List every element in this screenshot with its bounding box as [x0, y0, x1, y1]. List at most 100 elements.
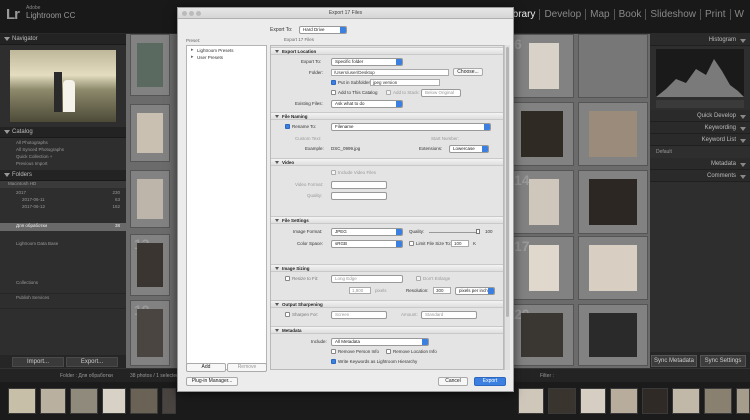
preset-folder[interactable]: User Presets	[187, 53, 266, 60]
section-image-sizing[interactable]: Image Sizing	[271, 264, 503, 272]
metadata-include-select[interactable]: All Metadata	[331, 338, 429, 346]
video-quality-select[interactable]	[331, 192, 387, 200]
size-field[interactable]: 1,800	[349, 287, 371, 294]
film-thumb[interactable]	[704, 388, 732, 414]
limit-size-checkbox[interactable]	[409, 241, 414, 246]
sharpen-checkbox[interactable]	[285, 312, 290, 317]
film-thumb[interactable]	[518, 388, 544, 414]
minimize-dot[interactable]	[189, 11, 194, 16]
catalog-header[interactable]: Catalog	[0, 127, 126, 138]
section-metadata[interactable]: Metadata	[271, 326, 503, 334]
plugin-manager-button[interactable]: Plug-in Manager...	[186, 377, 238, 386]
section-file-naming[interactable]: File Naming	[271, 112, 503, 120]
zoom-dot[interactable]	[196, 11, 201, 16]
film-thumb[interactable]	[736, 388, 750, 414]
stack-position-select[interactable]: Below Original	[421, 89, 461, 97]
film-thumb[interactable]	[610, 388, 638, 414]
publish-row[interactable]: Publish Services	[0, 295, 126, 309]
module-web[interactable]: W	[729, 9, 748, 20]
export-to-select[interactable]: Hard Drive	[299, 26, 347, 34]
quality-slider[interactable]	[429, 232, 479, 233]
extensions-select[interactable]: Lowercase	[449, 145, 489, 153]
grid-cell[interactable]	[578, 236, 648, 300]
keywording-header[interactable]: Keywording	[650, 122, 750, 134]
catalog-item[interactable]: All Synced Photographs	[0, 147, 126, 154]
preset-folder[interactable]: Lightroom Presets	[187, 46, 266, 53]
section-file-settings[interactable]: File Settings	[271, 216, 503, 224]
remove-person-checkbox[interactable]	[331, 349, 336, 354]
module-slideshow[interactable]: Slideshow	[645, 9, 700, 20]
add-catalog-checkbox[interactable]	[331, 90, 336, 95]
grid-cell[interactable]	[578, 102, 648, 166]
section-video[interactable]: Video	[271, 158, 503, 166]
grid-cell[interactable]: 17	[510, 236, 574, 300]
existing-files-select[interactable]: Ask what to do	[331, 100, 403, 108]
grid-cell[interactable]: 20	[510, 304, 574, 366]
module-print[interactable]: Print	[699, 9, 730, 20]
catalog-item[interactable]: Previous Import	[0, 161, 126, 168]
resize-mode-select[interactable]: Long Edge	[331, 275, 403, 283]
folder-row[interactable]: Lightroom Data Base	[0, 241, 126, 248]
grid-cell[interactable]: 13	[130, 234, 170, 296]
metadata-preset[interactable]: Default	[650, 146, 750, 158]
section-output-sharpening[interactable]: Output Sharpening	[271, 300, 503, 308]
filmstrip-path[interactable]: Folder : Для обработки	[60, 373, 113, 379]
resolution-unit-select[interactable]: pixels per inch	[455, 287, 495, 295]
grid-cell[interactable]: 6	[510, 34, 574, 98]
histogram-header[interactable]: Histogram	[650, 34, 750, 46]
keyword-list-header[interactable]: Keyword List	[650, 134, 750, 146]
write-keywords-checkbox[interactable]	[331, 359, 336, 364]
close-dot[interactable]	[182, 11, 187, 16]
amount-select[interactable]: Standard	[421, 311, 477, 319]
metadata-header[interactable]: Metadata	[650, 158, 750, 170]
export-location-select[interactable]: Specific folder	[331, 58, 403, 66]
quick-develop-header[interactable]: Quick Develop	[650, 110, 750, 122]
module-book[interactable]: Book	[613, 9, 646, 20]
grid-cell[interactable]: 14	[510, 170, 574, 234]
rename-checkbox[interactable]	[285, 124, 290, 129]
sync-metadata-button[interactable]: Sync Metadata	[651, 355, 697, 367]
grid-cell[interactable]	[130, 170, 170, 228]
film-thumb[interactable]	[102, 388, 126, 414]
grid-cell[interactable]	[130, 104, 170, 162]
collections-row[interactable]: Collections	[0, 280, 126, 294]
film-thumb[interactable]	[130, 388, 158, 414]
film-thumb[interactable]	[642, 388, 668, 414]
catalog-item[interactable]: All Photographs	[0, 140, 126, 147]
grid-cell[interactable]	[578, 34, 648, 98]
section-export-location[interactable]: Export Location	[271, 47, 503, 55]
film-thumb[interactable]	[70, 388, 98, 414]
grid-cell[interactable]	[510, 102, 574, 166]
resolution-field[interactable]: 300	[433, 287, 451, 294]
filmstrip-filter[interactable]: Filter :	[540, 373, 554, 379]
film-thumb[interactable]	[40, 388, 66, 414]
export-confirm-button[interactable]: Export	[474, 377, 506, 386]
remove-preset-button[interactable]: Remove	[227, 363, 267, 372]
comments-header[interactable]: Comments	[650, 170, 750, 182]
sync-settings-button[interactable]: Sync Settings	[700, 355, 746, 367]
film-thumb[interactable]	[8, 388, 36, 414]
film-thumb[interactable]	[580, 388, 606, 414]
grid-cell[interactable]: 19	[130, 300, 170, 366]
dont-enlarge-checkbox[interactable]	[416, 276, 421, 281]
export-button[interactable]: Export...	[66, 357, 118, 367]
subfolder-checkbox[interactable]	[331, 80, 336, 85]
folder-row[interactable]: 2017-06-11 63	[0, 197, 126, 204]
subfolder-field[interactable]: jpeg version	[370, 79, 440, 86]
sharpen-for-select[interactable]: Screen	[331, 311, 387, 319]
catalog-item[interactable]: Quick Collection +	[0, 154, 126, 161]
selected-folder-row[interactable]: Для обработки 38	[0, 223, 126, 231]
folder-path-field[interactable]: /Users/user/Desktop	[331, 69, 449, 76]
rename-template-select[interactable]: Filename	[331, 123, 491, 131]
film-thumb[interactable]	[162, 388, 176, 414]
grid-cell[interactable]	[578, 304, 648, 366]
resize-checkbox[interactable]	[285, 276, 290, 281]
remove-location-checkbox[interactable]	[386, 349, 391, 354]
film-thumb[interactable]	[548, 388, 576, 414]
folders-header[interactable]: Folders	[0, 170, 126, 181]
scroll-thumb[interactable]	[506, 47, 509, 317]
navigator-header[interactable]: Navigator	[0, 34, 126, 45]
settings-scrollbar[interactable]	[504, 45, 510, 370]
choose-folder-button[interactable]: Choose...	[453, 68, 483, 76]
quality-slider-thumb[interactable]	[476, 229, 480, 234]
